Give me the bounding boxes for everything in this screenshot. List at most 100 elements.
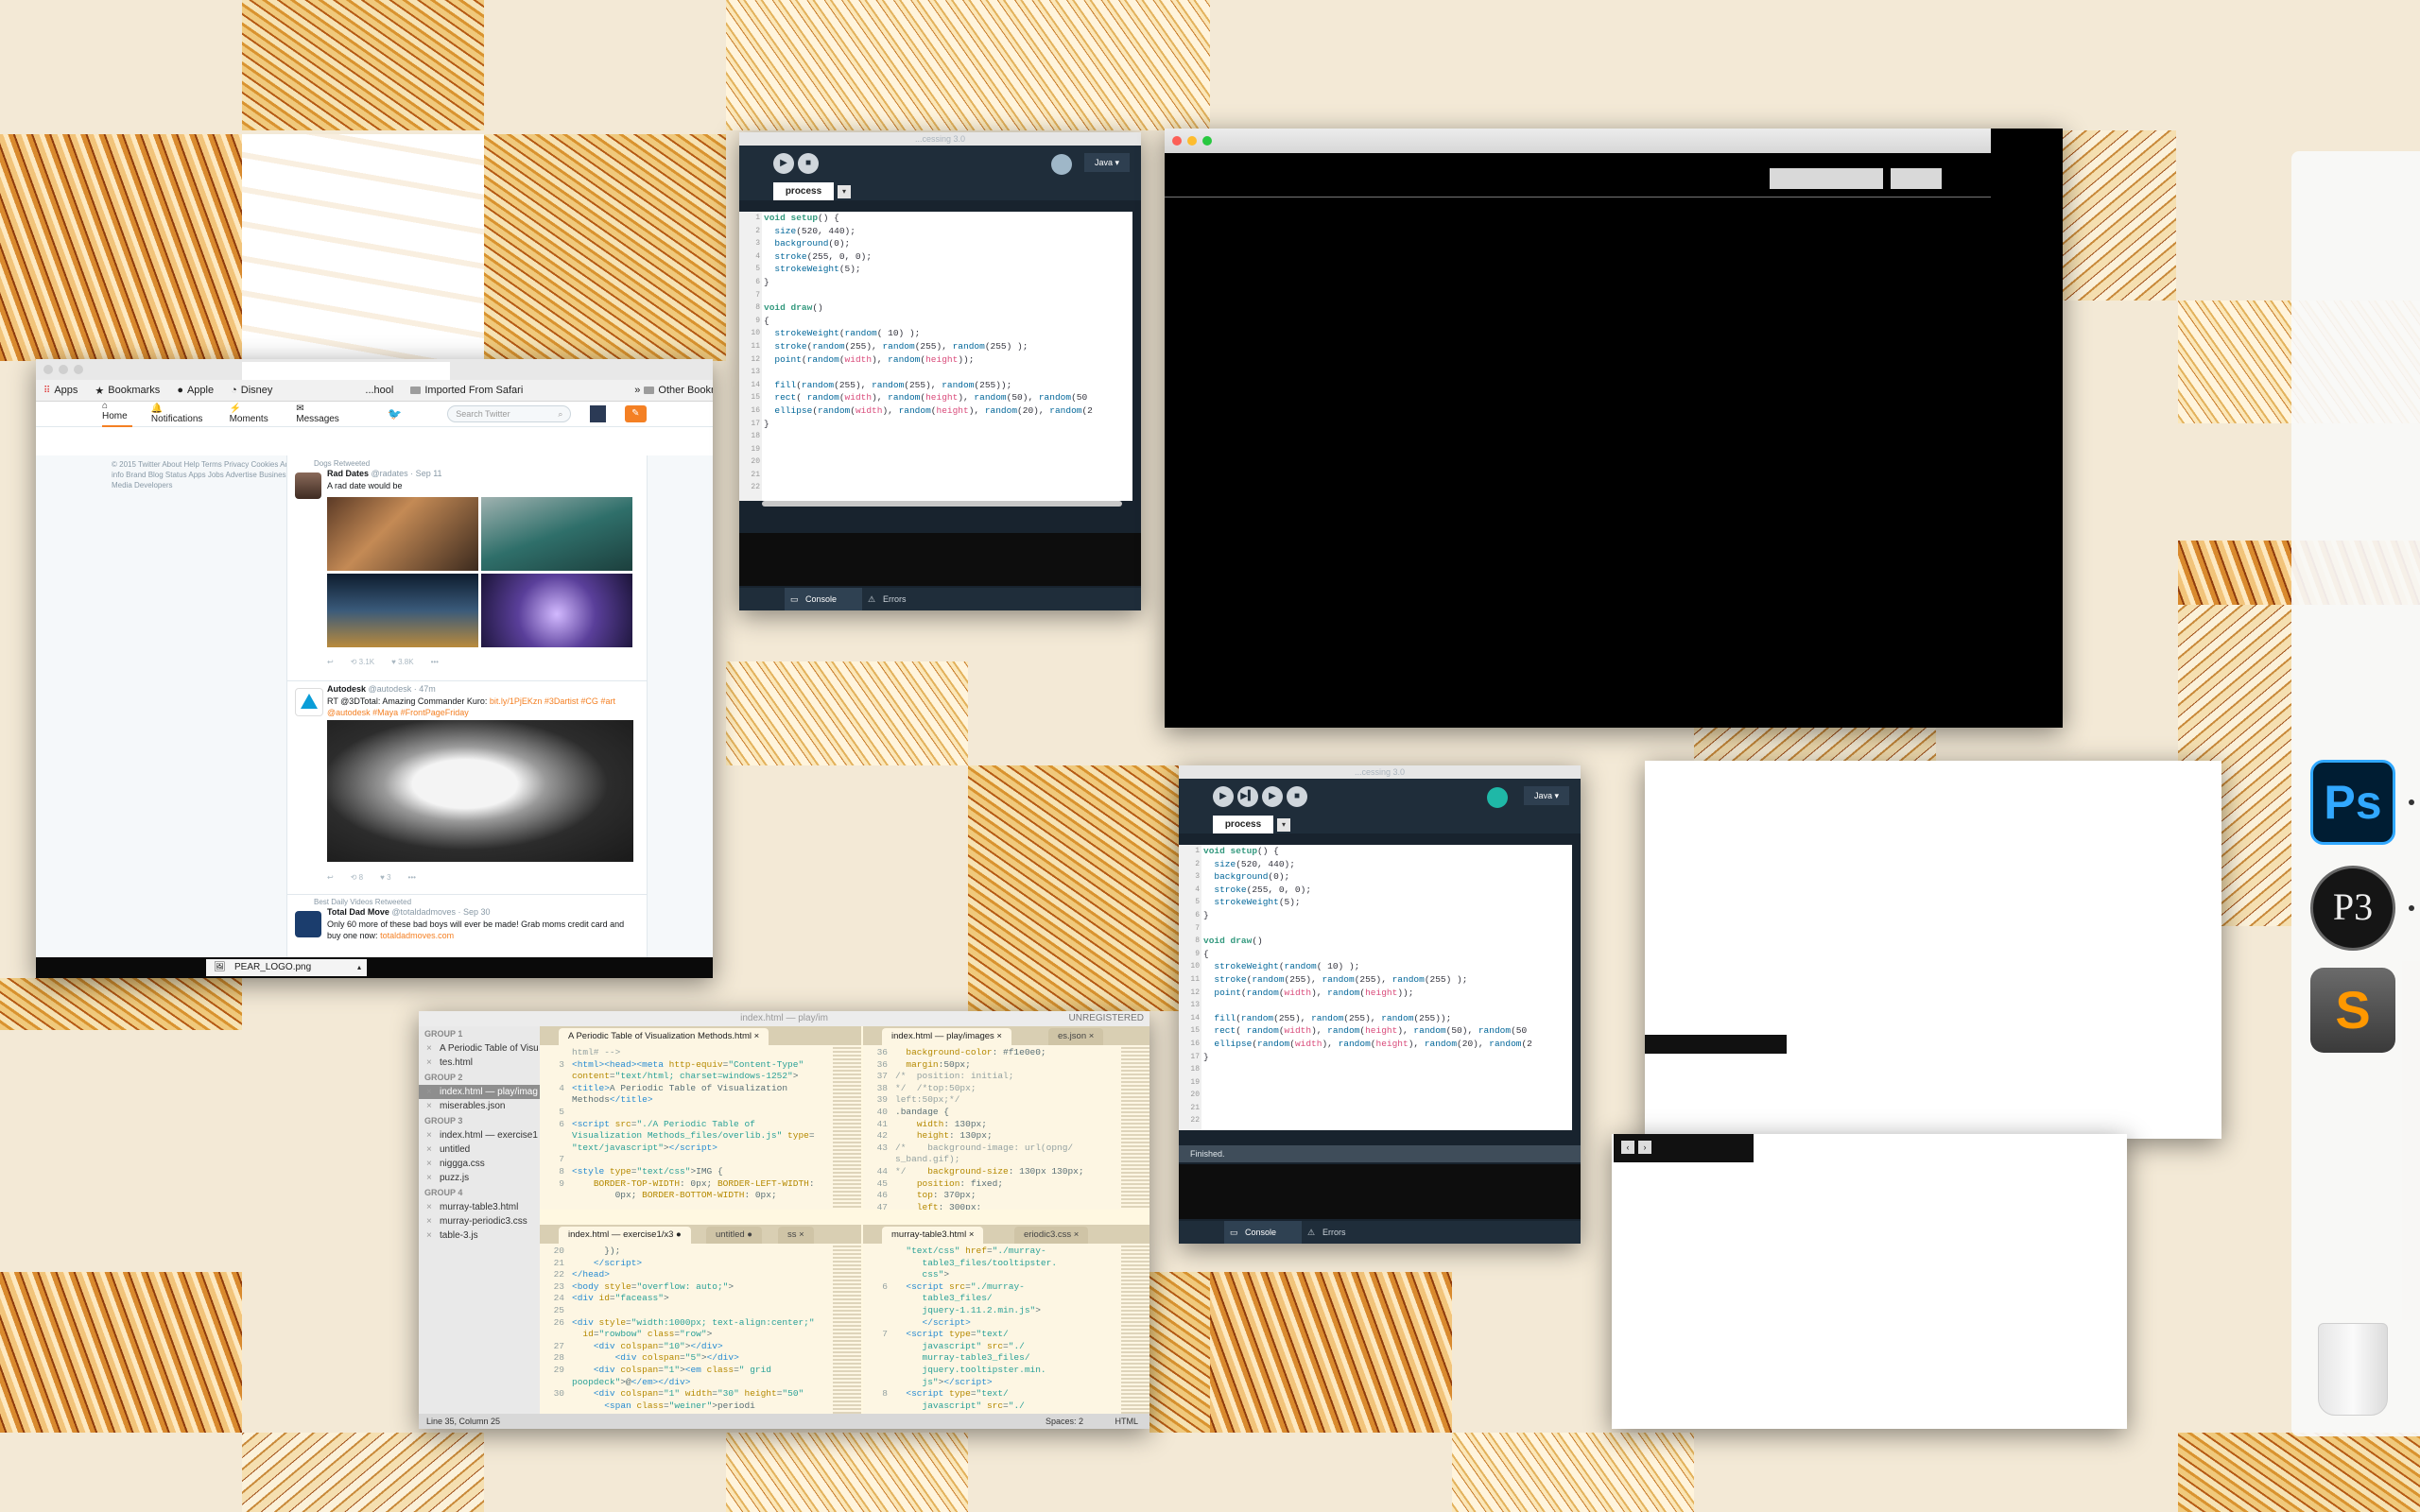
download-item[interactable]: 🖼 PEAR_LOGO.png ▴: [206, 959, 367, 976]
avatar[interactable]: [295, 911, 321, 937]
back-icon[interactable]: ‹: [1621, 1141, 1634, 1154]
syntax-selector[interactable]: HTML: [1115, 1414, 1139, 1429]
open-file[interactable]: tes.html: [419, 1056, 540, 1070]
tweet[interactable]: Dogs Retweeted Rad Dates @radates · Sep …: [287, 455, 647, 681]
debug-icon[interactable]: [1487, 787, 1508, 808]
open-file[interactable]: niggga.css: [419, 1157, 540, 1171]
like-action[interactable]: ♥ 3: [380, 873, 390, 882]
photoshop-icon[interactable]: Ps: [2310, 760, 2395, 845]
nav-moments[interactable]: ⚡ Moments: [230, 404, 278, 424]
bookmark-other[interactable]: » Other Bookmarks: [634, 385, 713, 396]
minimap[interactable]: [833, 1246, 861, 1414]
stop-button[interactable]: ■: [1287, 786, 1307, 807]
editor-pane-2[interactable]: index.html — play/images × es.json × 36 …: [863, 1026, 1150, 1210]
tab-menu-icon[interactable]: ▾: [1277, 818, 1290, 832]
colosseum-photo[interactable]: [481, 574, 632, 647]
twitter-bird-icon[interactable]: 🐦: [388, 407, 402, 421]
nav-notifications[interactable]: 🔔 Notifications: [151, 404, 211, 424]
more-icon[interactable]: •••: [408, 873, 416, 882]
sublime-text-icon[interactable]: S: [2310, 968, 2395, 1053]
bookmark-apps[interactable]: ⠿ Apps: [43, 385, 78, 396]
minimap[interactable]: [833, 1047, 861, 1210]
minimap[interactable]: [1121, 1047, 1150, 1210]
tab-periodic-css[interactable]: eriodic3.css ×: [1014, 1227, 1089, 1244]
nav-messages[interactable]: ✉ Messages: [296, 404, 344, 424]
bookmark-disney[interactable]: ◔ Disney: [231, 385, 272, 396]
tab-menu-icon[interactable]: ▾: [838, 185, 851, 198]
minimap[interactable]: [1121, 1246, 1150, 1414]
stormtrooper-image[interactable]: [327, 720, 633, 862]
code-editor[interactable]: 1 2 3 4 5 6 7 8 9 10 11 12 13 14 15 16 1…: [1179, 845, 1572, 1130]
window-controls[interactable]: [1172, 136, 1212, 146]
debug-icon[interactable]: [1051, 154, 1072, 175]
indentation-setting[interactable]: Spaces: 2: [1046, 1414, 1083, 1429]
tweet-link[interactable]: totaldadmoves.com: [380, 931, 454, 940]
tab-process[interactable]: process: [1213, 816, 1273, 833]
open-file[interactable]: miserables.json: [419, 1099, 540, 1113]
code-editor[interactable]: 1 2 3 4 5 6 7 8 9 10 11 12 13 14 15 16 1…: [739, 212, 1132, 501]
compose-tweet-button[interactable]: ✎: [624, 405, 647, 422]
nav-home[interactable]: ⌂ Home: [102, 401, 132, 427]
tweet-author[interactable]: Rad Dates: [327, 469, 369, 478]
avatar[interactable]: [590, 405, 606, 422]
tab-exercise[interactable]: index.html — exercise1/x3 ●: [559, 1227, 691, 1244]
mode-selector[interactable]: Java ▾: [1084, 153, 1130, 172]
open-file[interactable]: A Periodic Table of Visu: [419, 1041, 540, 1056]
more-icon[interactable]: •••: [431, 658, 439, 666]
continue-button[interactable]: ▶: [1262, 786, 1283, 807]
tweet-author[interactable]: Autodesk: [327, 684, 366, 694]
tweet[interactable]: Best Daily Videos Retweeted Total Dad Mo…: [287, 894, 647, 957]
bookmark-apple[interactable]: ● Apple: [177, 385, 214, 396]
venice-photo[interactable]: [327, 497, 478, 571]
reply-icon[interactable]: ↩: [327, 658, 334, 666]
reply-icon[interactable]: ↩: [327, 873, 334, 882]
twitter-footer-links[interactable]: © 2015 Twitter About Help Terms Privacy …: [112, 459, 301, 490]
open-file[interactable]: untitled: [419, 1143, 540, 1157]
processing-icon[interactable]: P3: [2310, 866, 2395, 951]
editor-pane-4[interactable]: murray-table3.html × eriodic3.css × "tex…: [863, 1225, 1150, 1414]
tab-murray-table[interactable]: murray-table3.html ×: [882, 1227, 984, 1244]
open-file[interactable]: table-3.js: [419, 1228, 540, 1243]
bookmark-bookmarks[interactable]: ★ Bookmarks: [95, 385, 160, 397]
retweet-action[interactable]: ⟲ 3.1K: [351, 658, 374, 666]
bookmark-school[interactable]: ...hool: [365, 385, 393, 396]
tab-errors[interactable]: ⚠ Errors: [1302, 1221, 1379, 1244]
tab-errors[interactable]: ⚠ Errors: [862, 588, 940, 610]
tab-periodic-table[interactable]: A Periodic Table of Visualization Method…: [559, 1028, 769, 1045]
retweet-action[interactable]: ⟲ 8: [351, 873, 363, 882]
night-canal-photo[interactable]: [327, 574, 478, 647]
tab-console[interactable]: ▭ Console: [785, 588, 862, 610]
tab-process[interactable]: process: [773, 182, 834, 200]
horizontal-scrollbar[interactable]: [762, 501, 1122, 507]
open-file[interactable]: murray-periodic3.css: [419, 1214, 540, 1228]
sketch-canvas[interactable]: [1165, 204, 2063, 728]
trash-icon[interactable]: [2318, 1323, 2388, 1416]
open-file[interactable]: index.html — exercise1: [419, 1128, 540, 1143]
avatar[interactable]: [295, 472, 321, 499]
tweet-author[interactable]: Total Dad Move: [327, 907, 389, 917]
tab-css[interactable]: ss ×: [778, 1227, 814, 1244]
window-controls[interactable]: [43, 365, 83, 374]
open-file-selected[interactable]: index.html — play/imag: [419, 1085, 540, 1099]
mode-selector[interactable]: Java ▾: [1524, 786, 1569, 805]
canal-photo[interactable]: [481, 497, 632, 571]
editor-pane-3[interactable]: index.html — exercise1/x3 ● untitled ● s…: [540, 1225, 861, 1414]
open-file[interactable]: murray-table3.html: [419, 1200, 540, 1214]
stop-button[interactable]: ■: [798, 153, 819, 174]
chevron-up-icon[interactable]: ▴: [357, 959, 361, 976]
run-button[interactable]: ▶: [1213, 786, 1234, 807]
tweet[interactable]: Autodesk @autodesk · 47m RT @3DTotal: Am…: [287, 680, 647, 895]
step-button[interactable]: ▶▍: [1237, 786, 1258, 807]
bookmark-imported-from-safari[interactable]: Imported From Safari: [410, 385, 523, 396]
tab-console[interactable]: ▭ Console: [1224, 1221, 1302, 1244]
tab-untitled[interactable]: untitled ●: [706, 1227, 763, 1244]
like-action[interactable]: ♥ 3.8K: [391, 658, 413, 666]
autodesk-logo-icon[interactable]: [295, 688, 323, 716]
browser-tab[interactable]: [242, 362, 450, 380]
search-input[interactable]: Search Twitter ⌕: [447, 405, 572, 422]
editor-pane-1[interactable]: A Periodic Table of Visualization Method…: [540, 1026, 861, 1210]
forward-icon[interactable]: ›: [1638, 1141, 1651, 1154]
run-button[interactable]: ▶: [773, 153, 794, 174]
open-file[interactable]: puzz.js: [419, 1171, 540, 1185]
tab-index-play[interactable]: index.html — play/images ×: [882, 1028, 1011, 1045]
